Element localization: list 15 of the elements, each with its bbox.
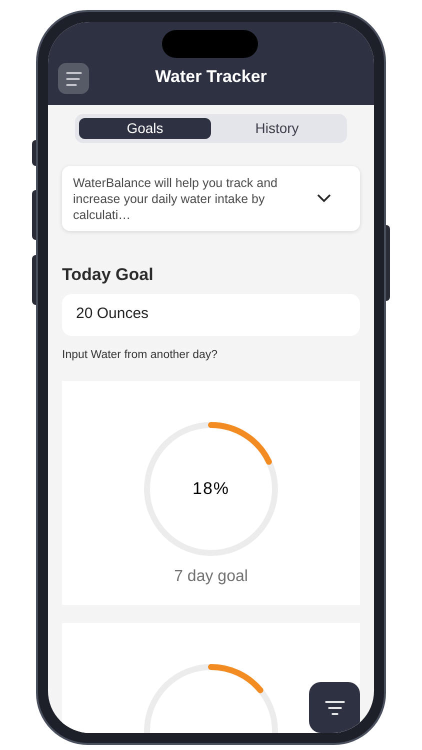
chevron-icon[interactable] [317,194,331,203]
percent-value: 18% [192,478,230,500]
tab[interactable]: Goals [79,118,211,139]
description-card[interactable]: WaterBalance will help you track and increase your daily water intake by calculati… [62,166,360,231]
menu-button[interactable] [58,63,89,94]
screen-title: Water Tracker [155,66,267,88]
other-day-link[interactable]: Input Water from another day? [62,346,218,364]
filter-icon [324,700,344,714]
menu-icon [64,72,82,86]
filter-button[interactable] [309,682,360,733]
section-heading: Today Goal [62,264,154,286]
tab[interactable]: History [211,118,343,139]
goal-field[interactable]: 20 Ounces [62,294,360,336]
description-text: WaterBalance will help you track and increase your daily water intake by calculati… [73,174,278,222]
goal-caption: 7 day goal [174,566,248,587]
